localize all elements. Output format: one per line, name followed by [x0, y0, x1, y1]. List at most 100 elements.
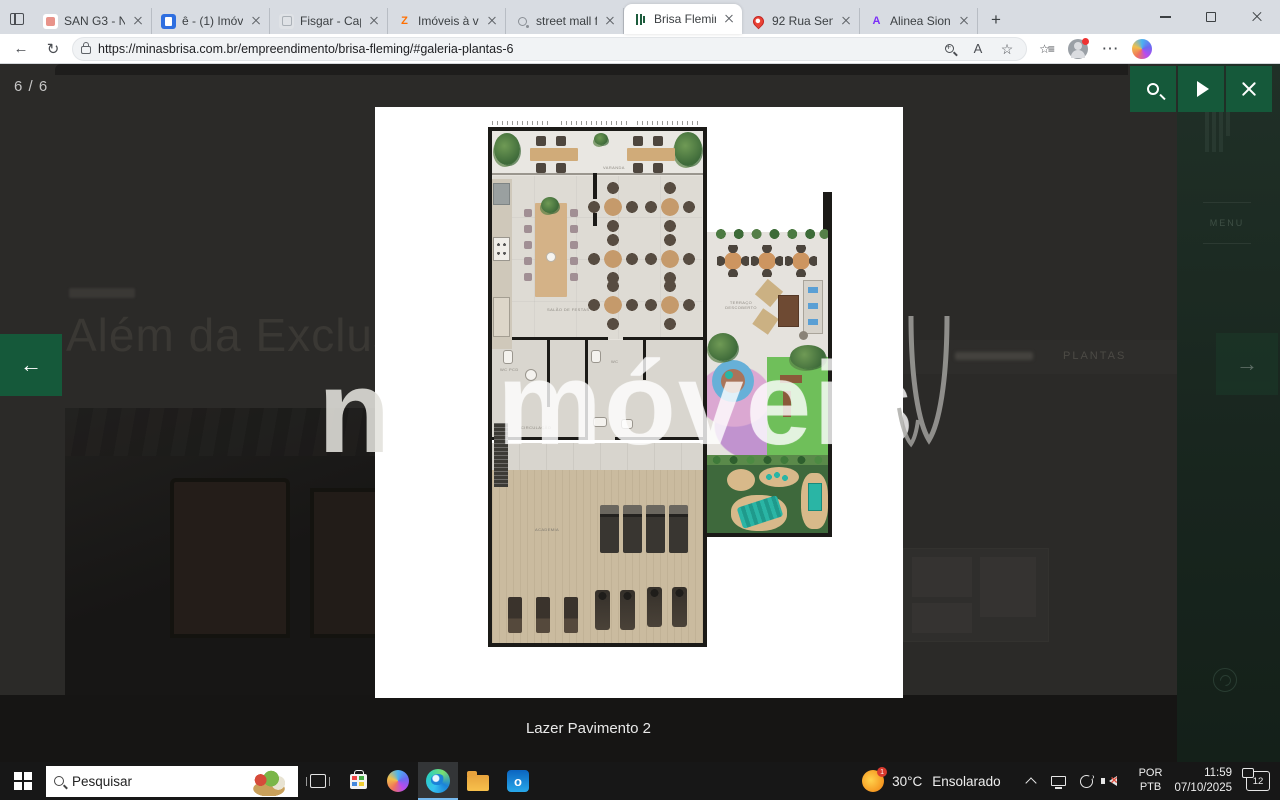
- tray-expand-button[interactable]: [1019, 762, 1043, 800]
- gallery-slideshow-button[interactable]: [1178, 66, 1224, 112]
- varanda-label: VARANDA: [603, 165, 625, 170]
- dining-cluster: [588, 182, 638, 232]
- dining-cluster: [588, 280, 638, 330]
- search-placeholder: Pesquisar: [72, 774, 240, 789]
- chair: [570, 241, 578, 249]
- url-text[interactable]: https://minasbrisa.com.br/empreendimento…: [98, 42, 931, 56]
- clock[interactable]: 11:59 07/10/2025: [1174, 766, 1232, 796]
- treadmill: [600, 505, 619, 553]
- long-table: [535, 203, 567, 297]
- zoom-page-icon[interactable]: [938, 39, 960, 59]
- gallery-zoom-button[interactable]: [1130, 66, 1176, 112]
- close-window-button[interactable]: [1234, 0, 1280, 34]
- copilot-button[interactable]: [1129, 37, 1155, 61]
- kitchen-sink: [493, 183, 510, 205]
- tab-zap[interactable]: Z Imóveis à venda: [388, 8, 506, 34]
- gallery-next-button[interactable]: →: [1216, 333, 1278, 395]
- tab-title: Alinea Sion - St: [890, 14, 951, 28]
- tab-street-mall[interactable]: street mall flem: [506, 8, 624, 34]
- store-button[interactable]: [338, 762, 378, 800]
- tree: [708, 333, 738, 361]
- weather-icon[interactable]: 1: [862, 770, 884, 792]
- whatsapp-icon[interactable]: [1213, 668, 1237, 692]
- exercise-bike: [647, 587, 662, 627]
- chair: [570, 273, 578, 281]
- nav-item-plantas: PLANTAS: [1063, 350, 1126, 362]
- tab-actions-icon[interactable]: [0, 4, 34, 34]
- floorplan-drawing: VARANDA: [375, 107, 903, 698]
- tab-title: 92 Rua Sena Ma: [772, 14, 833, 28]
- tab-brisa-fleming-active[interactable]: Brisa Fleming | N: [624, 4, 742, 34]
- watermark-logo-outline: [897, 312, 961, 462]
- tab-close-icon[interactable]: [131, 14, 145, 28]
- windows-taskbar: Pesquisar o 1 30°C Ensolarado POR PTB 11…: [0, 762, 1280, 800]
- language-indicator[interactable]: POR PTB: [1139, 767, 1163, 795]
- avatar-icon: [1068, 39, 1088, 59]
- bing-daily-image-icon[interactable]: [248, 767, 290, 796]
- wall: [643, 340, 646, 380]
- wall: [488, 643, 707, 647]
- minimize-button[interactable]: [1142, 0, 1188, 34]
- background-photo: [65, 408, 375, 698]
- background-plan-thumbnail: [903, 548, 1049, 642]
- site-sidebar: MENU: [1177, 64, 1280, 762]
- floorplan-image[interactable]: VARANDA: [375, 107, 903, 698]
- microsoft-store-icon: [350, 774, 367, 789]
- wc-label: WC: [611, 359, 618, 364]
- tab-close-icon[interactable]: [485, 14, 499, 28]
- chair: [570, 257, 578, 265]
- profile-avatar[interactable]: [1065, 37, 1091, 61]
- file-explorer-button[interactable]: [458, 762, 498, 800]
- onedrive-button[interactable]: [1075, 762, 1099, 800]
- tab-alinea[interactable]: A Alinea Sion - St: [860, 8, 978, 34]
- back-button[interactable]: ←: [8, 37, 34, 61]
- maximize-button[interactable]: [1188, 0, 1234, 34]
- garden-hedge: [707, 455, 828, 465]
- exercise-bike: [595, 590, 610, 630]
- tab-maps[interactable]: 92 Rua Sena Ma: [742, 8, 860, 34]
- volume-button[interactable]: [1103, 762, 1127, 800]
- folder-icon: [467, 775, 489, 791]
- tab-close-icon[interactable]: [367, 14, 381, 28]
- outlook-button[interactable]: o: [498, 762, 538, 800]
- tab-close-icon[interactable]: [839, 14, 853, 28]
- copilot-taskbar-button[interactable]: [378, 762, 418, 800]
- tab-close-icon[interactable]: [722, 12, 736, 26]
- small-pool: [808, 483, 822, 511]
- tab-close-icon[interactable]: [249, 14, 263, 28]
- chair: [633, 163, 643, 173]
- maps-pin-icon: [751, 14, 766, 29]
- favorite-star-icon[interactable]: ☆: [996, 39, 1018, 59]
- plant: [494, 133, 520, 165]
- notification-center-button[interactable]: 12: [1246, 771, 1270, 791]
- weather-desc[interactable]: Ensolarado: [932, 774, 1000, 789]
- glass-divider: [492, 173, 703, 175]
- task-view-button[interactable]: [298, 762, 338, 800]
- network-button[interactable]: [1047, 762, 1071, 800]
- dimension-ticks: [492, 121, 550, 125]
- start-button[interactable]: [0, 762, 46, 800]
- menu-button[interactable]: MENU: [1203, 202, 1251, 244]
- speaker-muted-icon: [1109, 776, 1117, 786]
- address-bar[interactable]: https://minasbrisa.com.br/empreendimento…: [72, 37, 1027, 61]
- tab-close-icon[interactable]: [603, 14, 617, 28]
- settings-menu-button[interactable]: ⋯: [1097, 37, 1123, 61]
- edge-taskbar-button[interactable]: [418, 762, 458, 800]
- collections-icon[interactable]: ☆≡: [1033, 37, 1059, 61]
- tab-close-icon[interactable]: [957, 14, 971, 28]
- refresh-button[interactable]: ↻: [40, 37, 66, 61]
- screen: SAN G3 - Netim ê - (1) Imóvel se Fisgar …: [0, 0, 1280, 800]
- new-tab-button[interactable]: +: [982, 6, 1010, 34]
- sink: [621, 419, 633, 429]
- weather-temp[interactable]: 30°C: [892, 774, 922, 789]
- taskbar-search[interactable]: Pesquisar: [46, 766, 298, 797]
- browser-tab-bar: SAN G3 - Netim ê - (1) Imóvel se Fisgar …: [0, 0, 1280, 34]
- gallery-close-button[interactable]: [1226, 66, 1272, 112]
- read-aloud-icon[interactable]: A: [967, 39, 989, 59]
- tab-fisgar[interactable]: Fisgar - Captaç: [270, 8, 388, 34]
- gallery-prev-button[interactable]: ←: [0, 334, 62, 396]
- tab-imovel[interactable]: ê - (1) Imóvel se: [152, 8, 270, 34]
- tab-san-g3[interactable]: SAN G3 - Netim: [34, 8, 152, 34]
- workspaces-icon: [10, 13, 24, 25]
- background-nav-smudge: [955, 352, 1033, 360]
